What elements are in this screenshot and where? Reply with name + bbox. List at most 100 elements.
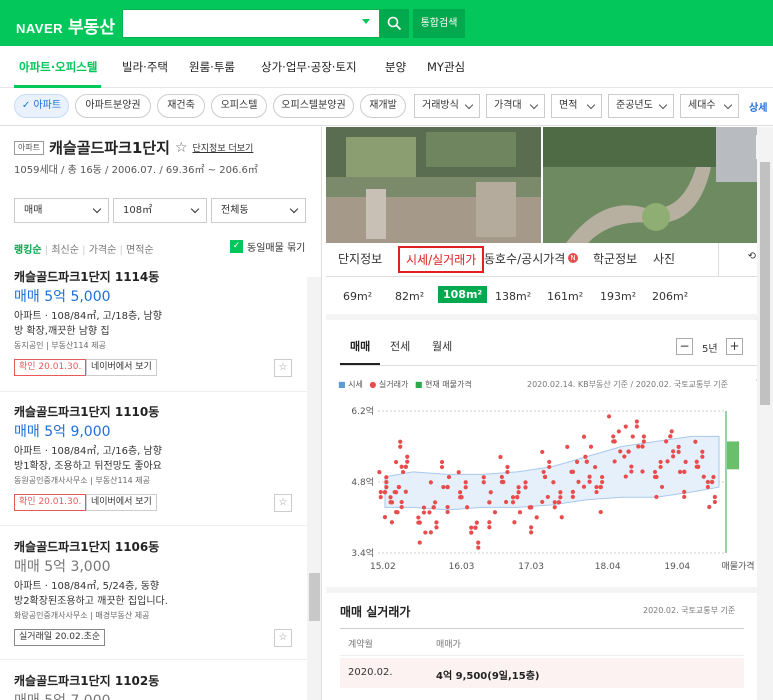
sort-ranking[interactable]: 랭킹순	[14, 245, 42, 256]
trade-point	[405, 459, 410, 464]
trade-point	[629, 464, 634, 469]
trade-point	[434, 520, 439, 525]
filter-area[interactable]: 면적	[551, 94, 602, 118]
listing-star-icon[interactable]: ☆	[274, 629, 292, 647]
trade-point	[705, 479, 710, 485]
listing-item[interactable]: 캐슬골드파크1단지 1110동 매매 5억 9,000 아파트 · 108/84…	[0, 392, 307, 526]
trade-point	[612, 459, 617, 464]
listing-star-icon[interactable]: ☆	[274, 359, 292, 377]
complex-info-link[interactable]: 단지정보 더보기	[193, 141, 254, 154]
nav-oneroom[interactable]: 원룸·투룸	[189, 59, 235, 75]
listing-item[interactable]: 캐슬골드파크1단지 1102동 매매 5억 7,000	[0, 660, 307, 700]
trade-point	[389, 520, 395, 525]
listing-star-icon[interactable]: ☆	[274, 494, 292, 512]
y-tick-label: 4.8억	[351, 476, 374, 488]
nav-presale[interactable]: 분양	[385, 59, 406, 75]
y-tick-label: 3.4억	[351, 547, 374, 559]
listing-item[interactable]: 캐슬골드파크1단지 1106동 매매 5억 3,000 아파트 · 108/84…	[0, 526, 307, 660]
trade-point	[428, 480, 433, 485]
search-input[interactable]	[122, 9, 380, 38]
tab-jeonse[interactable]: 전세	[390, 338, 410, 354]
detail-scroll-thumb[interactable]	[760, 162, 770, 405]
tab-price-trade[interactable]: 시세/실거래가	[398, 246, 485, 273]
trade-point	[682, 469, 687, 475]
filter-price[interactable]: 가격대	[486, 94, 545, 118]
filter-households[interactable]: 세대수	[680, 94, 739, 118]
trade-point	[476, 545, 481, 550]
nav-villa[interactable]: 빌라·주택	[122, 59, 168, 75]
trade-point	[664, 439, 669, 444]
trade-point	[558, 490, 563, 495]
dong-select[interactable]: 전체동	[211, 198, 306, 223]
chip-officetel-presale[interactable]: 오피스텔분양권	[273, 94, 354, 118]
trade-point	[400, 469, 406, 475]
legend-kb: 시세	[348, 380, 363, 389]
chip-redevelopment[interactable]: 재개발	[360, 94, 406, 118]
tab-sale[interactable]: 매매	[340, 338, 381, 365]
pyeong-toggle[interactable]: ⟲ 평	[718, 243, 767, 387]
search-dropdown-icon[interactable]	[362, 19, 370, 24]
logo-brand: NAVER	[16, 21, 64, 36]
listing-item[interactable]: 캐슬골드파크1단지 1114동 매매 5억 5,000 아파트 · 108/84…	[0, 266, 307, 392]
period-plus-button[interactable]: +	[726, 338, 743, 355]
filter-more-link[interactable]: 상세	[749, 99, 767, 114]
tab-photos[interactable]: 사진	[653, 250, 675, 267]
trade-point	[388, 500, 393, 505]
integrated-search-button[interactable]: 통합검색	[413, 9, 465, 38]
trade-point	[476, 540, 481, 545]
trade-point	[421, 505, 427, 510]
sort-price[interactable]: 가격순	[89, 245, 117, 256]
trade-point	[516, 485, 521, 490]
filter-deal-type[interactable]: 거래방식	[414, 94, 480, 118]
nav-my-interest[interactable]: MY관심	[427, 59, 465, 75]
detail-scrollbar[interactable]	[757, 127, 773, 700]
trade-point	[676, 449, 681, 454]
section-gap	[326, 587, 757, 593]
trade-point	[516, 490, 521, 495]
trade-point	[547, 464, 552, 470]
price-chart[interactable]: 6.2억 4.8억 3.4억 15.02 16.03 17.03 18.04 19.04 매물가…	[326, 393, 756, 583]
search-button[interactable]	[380, 9, 409, 38]
chip-apartment[interactable]: ✓ 아파트	[14, 94, 69, 118]
tab-school[interactable]: 학군정보	[593, 250, 637, 267]
nav-commercial[interactable]: 상가·업무·공장·토지	[261, 59, 357, 75]
listing-view-naver-link[interactable]: 네이버에서 보기	[86, 359, 157, 376]
trade-point	[423, 530, 428, 535]
size-138[interactable]: 138m²	[495, 290, 531, 303]
period-minus-button[interactable]: −	[676, 338, 693, 355]
complex-photos[interactable]	[326, 127, 773, 243]
bundle-label: 동일매물 묶기	[247, 243, 306, 254]
trade-point	[481, 475, 486, 480]
real-trade-row[interactable]: 2020.02. 4억 9,500(9일,15층)	[340, 658, 744, 688]
listing-view-naver-link[interactable]: 네이버에서 보기	[86, 494, 157, 511]
size-206[interactable]: 206m²	[652, 290, 688, 303]
sort-area[interactable]: 면적순	[126, 245, 154, 256]
trade-point	[594, 489, 599, 495]
tab-complex-info[interactable]: 단지정보	[338, 250, 382, 267]
trade-point	[658, 464, 663, 470]
tab-monthly[interactable]: 월세	[432, 338, 452, 354]
nav-apartment[interactable]: 아파트·오피스텔	[19, 59, 97, 75]
size-82[interactable]: 82m²	[395, 290, 424, 303]
tab-dong-ho[interactable]: 동호수/공시가격	[484, 250, 565, 267]
size-193[interactable]: 193m²	[600, 290, 636, 303]
trade-point	[593, 464, 598, 470]
area-select[interactable]: 108㎡	[113, 198, 207, 223]
filter-built-year[interactable]: 준공년도	[608, 94, 674, 118]
sort-latest[interactable]: 최신순	[51, 245, 79, 256]
listing-scroll-thumb[interactable]	[309, 573, 320, 621]
chip-officetel[interactable]: 오피스텔	[211, 94, 267, 118]
deal-select[interactable]: 매매	[14, 198, 109, 223]
size-108[interactable]: 108m²	[438, 286, 488, 303]
chip-apt-presale[interactable]: 아파트분양권	[75, 94, 151, 118]
size-69[interactable]: 69m²	[343, 290, 372, 303]
bundle-checkbox[interactable]: ✓	[230, 240, 243, 253]
listing-scrollbar[interactable]	[307, 277, 321, 700]
legend-trade: 실거래가	[378, 380, 409, 389]
naver-land-logo[interactable]: NAVER 부동산	[16, 13, 115, 38]
favorite-star-icon[interactable]: ☆	[175, 140, 188, 156]
trade-point	[534, 515, 539, 520]
chip-reconstruction[interactable]: 재건축	[157, 94, 205, 118]
new-badge: N	[568, 253, 578, 263]
size-161[interactable]: 161m²	[547, 290, 583, 303]
